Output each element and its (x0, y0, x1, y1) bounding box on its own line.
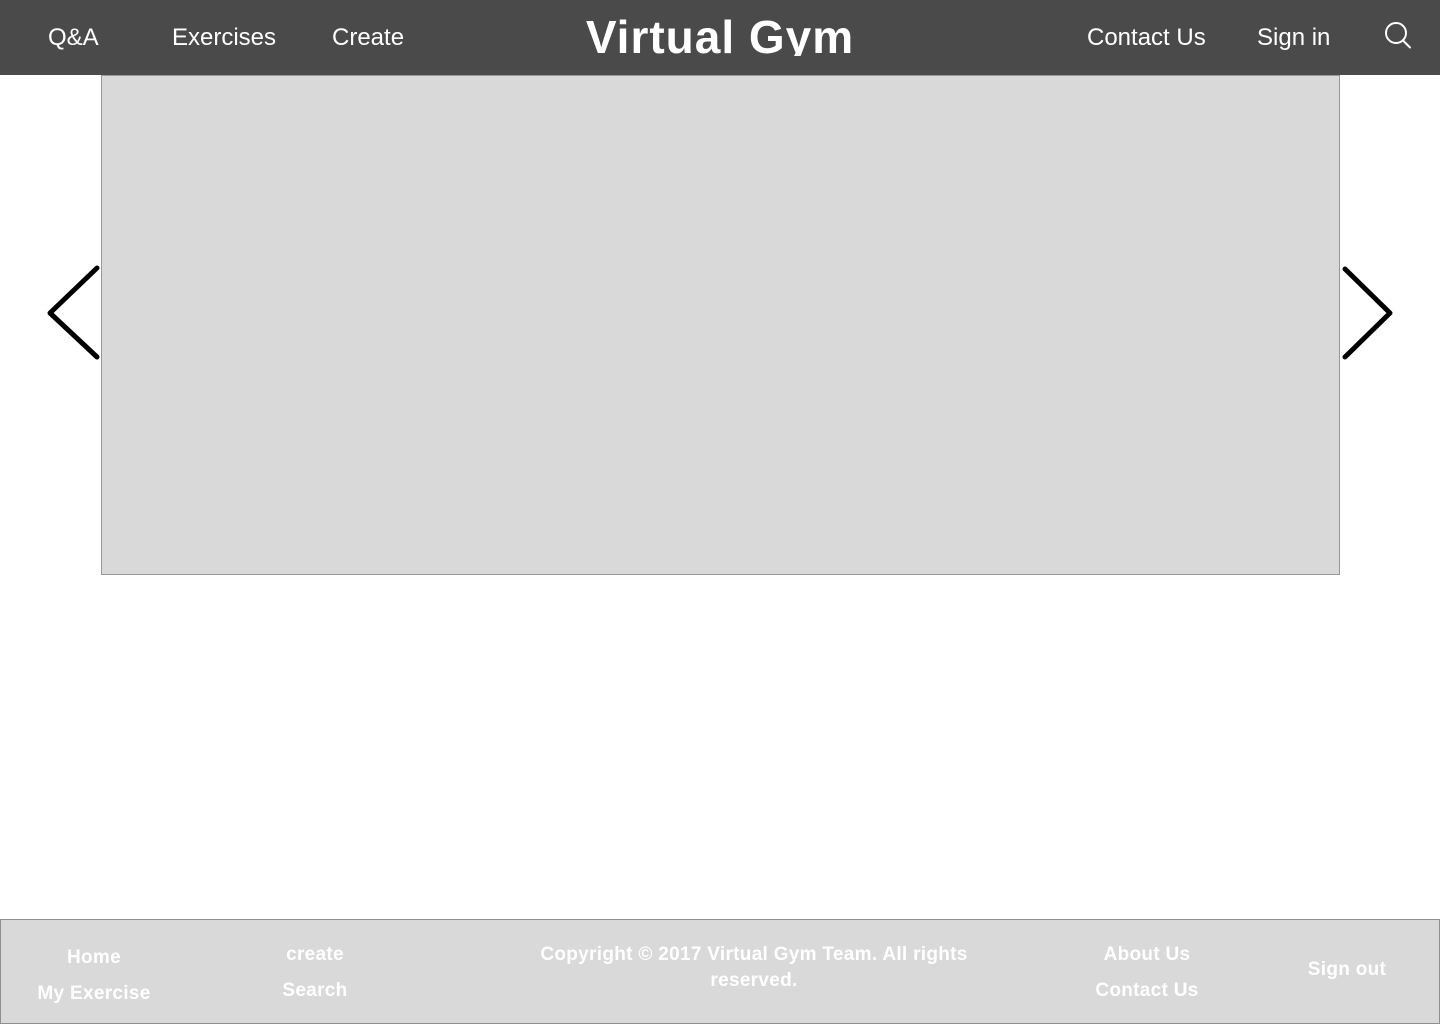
nav-create-link[interactable]: Create (332, 0, 404, 75)
search-icon[interactable] (1382, 20, 1414, 52)
footer-sign-out-link[interactable]: Sign out (1297, 959, 1397, 981)
nav-exercises-link[interactable]: Exercises (172, 0, 276, 75)
chevron-left-icon[interactable] (42, 263, 102, 363)
footer-home-link[interactable]: Home (34, 947, 154, 969)
carousel-slide-image (101, 75, 1340, 575)
footer-create-link[interactable]: create (265, 944, 365, 966)
footer-about-us-link[interactable]: About Us (1087, 944, 1207, 966)
chevron-right-icon[interactable] (1338, 263, 1398, 363)
footer-my-exercise-link[interactable]: My Exercise (29, 983, 159, 1005)
nav-qa-link[interactable]: Q&A (48, 0, 99, 75)
page: Q&A Exercises Create Virtual Gym Contact… (0, 0, 1440, 1024)
copyright-text: Copyright © 2017 Virtual Gym Team. All r… (540, 944, 968, 991)
footer: Home My Exercise create Search Copyright… (0, 919, 1440, 1024)
footer-contact-us-link[interactable]: Contact Us (1082, 980, 1212, 1002)
nav-sign-in-link[interactable]: Sign in (1257, 0, 1330, 75)
top-nav-bar: Q&A Exercises Create Virtual Gym Contact… (0, 0, 1440, 75)
footer-search-link[interactable]: Search (265, 980, 365, 1002)
nav-contact-us-link[interactable]: Contact Us (1087, 0, 1206, 75)
brand-logo-text[interactable]: Virtual Gym (586, 12, 854, 56)
